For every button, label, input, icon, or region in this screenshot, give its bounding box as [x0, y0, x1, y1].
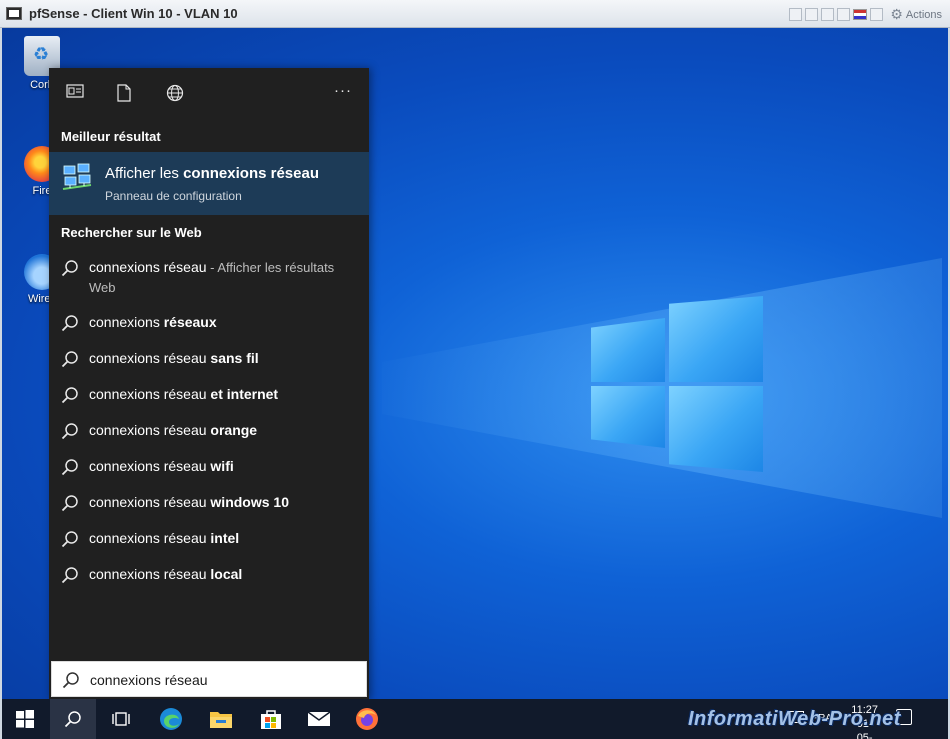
- search-icon: [61, 387, 78, 404]
- vm-tool-button[interactable]: [789, 8, 803, 21]
- web-icon[interactable]: [166, 84, 184, 106]
- vm-tool-button[interactable]: [870, 8, 884, 21]
- start-button[interactable]: [2, 699, 48, 739]
- vm-tool-button[interactable]: [805, 8, 819, 21]
- store-icon: [261, 710, 281, 729]
- document-icon[interactable]: [117, 84, 131, 106]
- mail-taskbar-button[interactable]: [296, 699, 342, 739]
- web-suggestion-item[interactable]: connexions réseau et internet: [49, 386, 369, 410]
- edge-taskbar-button[interactable]: [148, 699, 194, 739]
- search-icon: [61, 567, 78, 584]
- keyboard-language-flag-icon[interactable]: [853, 9, 868, 20]
- search-box[interactable]: [51, 661, 367, 697]
- suggestion-label: connexions réseau et internet: [89, 386, 279, 402]
- task-view-button[interactable]: [98, 699, 144, 739]
- suggestion-sublabel: Web: [89, 280, 116, 295]
- search-icon: [61, 351, 78, 368]
- suggestion-label: connexions réseaux: [89, 314, 217, 330]
- gear-icon[interactable]: ⚙: [890, 6, 903, 23]
- console-icon: [6, 7, 22, 20]
- suggestion-label: connexions réseau orange: [89, 422, 258, 438]
- search-icon: [64, 711, 81, 728]
- file-explorer-taskbar-button[interactable]: [198, 699, 244, 739]
- web-suggestion-item[interactable]: connexions réseaux: [49, 314, 369, 338]
- mail-icon: [307, 711, 331, 726]
- search-panel: ··· Meilleur résultat Afficher les conne…: [49, 68, 369, 700]
- vm-tool-button[interactable]: [821, 8, 835, 21]
- best-result-title: Afficher les connexions réseau: [105, 165, 319, 182]
- web-suggestion-item[interactable]: connexions réseau sans fil: [49, 350, 369, 374]
- search-icon: [61, 495, 78, 512]
- edge-icon: [160, 708, 182, 730]
- best-result-item[interactable]: Afficher les connexions réseau Panneau d…: [49, 152, 369, 215]
- web-suggestion-item[interactable]: connexions réseau windows 10: [49, 494, 369, 518]
- firefox-icon: [356, 708, 378, 730]
- suggestion-label: connexions réseau sans fil: [89, 350, 259, 366]
- web-search-heading: Rechercher sur le Web: [61, 225, 202, 240]
- search-icon: [62, 672, 79, 689]
- search-icon: [61, 459, 78, 476]
- vm-window-title: pfSense - Client Win 10 - VLAN 10: [29, 6, 238, 21]
- web-suggestion-item[interactable]: connexions réseau intel: [49, 530, 369, 554]
- apps-icon[interactable]: [66, 84, 84, 102]
- search-icon: [61, 531, 78, 548]
- suggestion-label: connexions réseau windows 10: [89, 494, 289, 510]
- suggestion-label: connexions réseau - Afficher les résulta…: [89, 259, 335, 275]
- suggestion-label: connexions réseau intel: [89, 530, 240, 546]
- store-taskbar-button[interactable]: [248, 699, 294, 739]
- more-options-icon[interactable]: ···: [334, 82, 352, 99]
- search-panel-header: ···: [49, 68, 369, 120]
- search-icon: [61, 423, 78, 440]
- web-suggestion-item[interactable]: connexions réseau local: [49, 566, 369, 590]
- web-suggestion-item[interactable]: connexions réseau - Afficher les résulta…: [49, 259, 369, 299]
- firefox-taskbar-button[interactable]: [344, 699, 390, 739]
- start-icon: [16, 710, 34, 728]
- vm-titlebar: pfSense - Client Win 10 - VLAN 10 ⚙ Acti…: [0, 0, 950, 28]
- search-icon: [61, 260, 78, 277]
- search-input[interactable]: [90, 669, 350, 691]
- actions-menu[interactable]: Actions: [906, 9, 942, 21]
- best-result-heading: Meilleur résultat: [61, 129, 161, 144]
- suggestion-label: connexions réseau wifi: [89, 458, 234, 474]
- network-connections-icon: [62, 163, 92, 190]
- watermark: InformatiWeb-Pro.net: [688, 708, 901, 730]
- web-suggestion-item[interactable]: connexions réseau orange: [49, 422, 369, 446]
- best-result-subtitle: Panneau de configuration: [105, 189, 242, 203]
- file-explorer-icon: [210, 712, 232, 728]
- suggestion-label: connexions réseau local: [89, 566, 243, 582]
- vm-tool-button[interactable]: [837, 8, 851, 21]
- windows-logo-wallpaper: [587, 296, 763, 472]
- vm-toolbar: ⚙ Actions: [789, 6, 942, 23]
- search-icon: [61, 315, 78, 332]
- taskbar-search-button[interactable]: [50, 699, 96, 739]
- task-view-icon: [112, 712, 130, 726]
- web-suggestion-item[interactable]: connexions réseau wifi: [49, 458, 369, 482]
